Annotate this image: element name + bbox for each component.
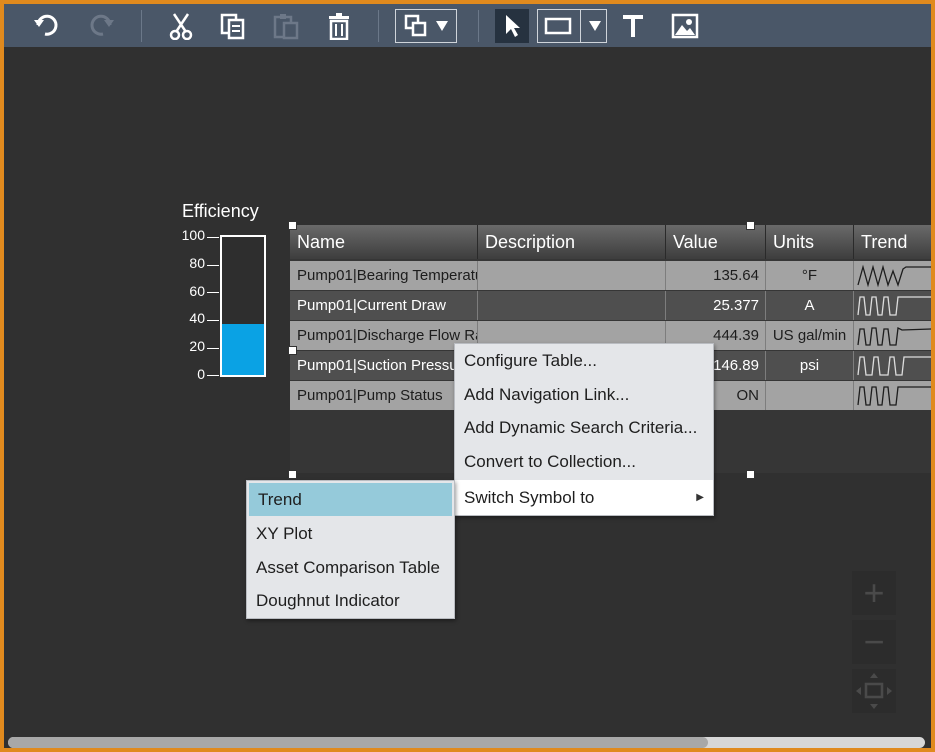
- undo-icon[interactable]: [30, 9, 64, 43]
- toolbar-divider: [141, 10, 142, 42]
- shape-dropdown[interactable]: [537, 9, 607, 43]
- arrange-icon: [404, 14, 428, 38]
- cell-description: [478, 291, 666, 320]
- context-menu: Configure Table... Add Navigation Link..…: [454, 343, 714, 516]
- efficiency-gauge[interactable]: [220, 235, 266, 377]
- chevron-down-icon: [588, 21, 601, 31]
- column-header-trend[interactable]: Trend: [854, 225, 931, 259]
- table-row[interactable]: Pump01|Bearing Temperature 135.64 °F: [290, 261, 931, 290]
- gauge-tick: [207, 292, 219, 293]
- selection-handle[interactable]: [288, 221, 297, 230]
- gauge-tick: [207, 320, 219, 321]
- toolbar-divider: [378, 10, 379, 42]
- menu-item-configure-table[interactable]: Configure Table...: [455, 344, 713, 377]
- sparkline: [854, 351, 931, 380]
- gauge-tick-label: 40: [189, 310, 205, 326]
- cut-icon[interactable]: [164, 9, 198, 43]
- copy-icon[interactable]: [216, 9, 250, 43]
- zoom-in-button[interactable]: +: [852, 571, 896, 615]
- cell-units: US gal/min: [766, 321, 854, 350]
- chevron-down-icon: [436, 21, 448, 31]
- delete-icon[interactable]: [322, 9, 356, 43]
- selection-handle[interactable]: [746, 470, 755, 479]
- menu-item-label: Switch Symbol to: [464, 488, 595, 507]
- arrange-dropdown[interactable]: [395, 9, 457, 43]
- menu-item-add-navigation-link[interactable]: Add Navigation Link...: [455, 378, 713, 411]
- cell-name: Pump01|Suction Pressure: [290, 351, 478, 380]
- cell-units: °F: [766, 261, 854, 290]
- table-row[interactable]: Pump01|Current Draw 25.377 A: [290, 291, 931, 320]
- cell-description: [478, 261, 666, 290]
- scrollbar-thumb[interactable]: [8, 737, 708, 748]
- zoom-out-button[interactable]: −: [852, 620, 896, 664]
- gauge-tick: [207, 265, 219, 266]
- menu-item-convert-to-collection[interactable]: Convert to Collection...: [455, 445, 713, 478]
- rectangle-icon: [544, 16, 572, 36]
- selection-handle[interactable]: [288, 470, 297, 479]
- gauge-title: Efficiency: [182, 201, 259, 221]
- paste-icon[interactable]: [269, 9, 303, 43]
- submenu-item-trend[interactable]: Trend: [249, 483, 452, 516]
- selection-handle[interactable]: [746, 221, 755, 230]
- toolbar: [4, 4, 931, 47]
- text-icon[interactable]: [616, 9, 650, 43]
- gauge-tick-label: 0: [197, 366, 205, 382]
- fit-to-screen-button[interactable]: [852, 669, 896, 713]
- cell-name: Pump01|Bearing Temperature: [290, 261, 478, 290]
- cell-name: Pump01|Pump Status: [290, 381, 478, 410]
- selection-handle[interactable]: [288, 346, 297, 355]
- gauge-tick: [207, 375, 219, 376]
- cell-units: psi: [766, 351, 854, 380]
- menu-item-add-dynamic-search-criteria[interactable]: Add Dynamic Search Criteria...: [455, 411, 713, 444]
- submenu-item-asset-comparison-table[interactable]: Asset Comparison Table: [247, 551, 454, 584]
- select-pointer-icon[interactable]: [495, 9, 529, 43]
- gauge-tick-label: 20: [189, 338, 205, 354]
- horizontal-scrollbar[interactable]: [8, 737, 925, 748]
- image-icon[interactable]: [668, 9, 702, 43]
- toolbar-divider: [478, 10, 479, 42]
- gauge-fill: [222, 323, 264, 375]
- gauge-tick: [207, 348, 219, 349]
- column-header-description[interactable]: Description: [478, 225, 666, 259]
- cell-value: 25.377: [666, 291, 766, 320]
- cell-units: [766, 381, 854, 410]
- sparkline: [854, 381, 931, 410]
- table-header: Name Description Value Units Trend: [290, 225, 931, 259]
- gauge-tick-label: 80: [189, 255, 205, 271]
- fit-screen-icon: [854, 673, 894, 719]
- cell-value: 135.64: [666, 261, 766, 290]
- gauge-tick: [207, 237, 219, 238]
- switch-symbol-submenu: Trend XY Plot Asset Comparison Table Dou…: [246, 480, 455, 619]
- column-header-units[interactable]: Units: [766, 225, 854, 259]
- column-header-value[interactable]: Value: [666, 225, 766, 259]
- chevron-right-icon: ▶: [696, 492, 704, 503]
- menu-item-switch-symbol[interactable]: Switch Symbol to ▶: [455, 480, 713, 515]
- sparkline: [854, 291, 931, 320]
- submenu-item-xy-plot[interactable]: XY Plot: [247, 517, 454, 550]
- cell-name: Pump01|Current Draw: [290, 291, 478, 320]
- column-header-name[interactable]: Name: [290, 225, 478, 259]
- dropdown-divider: [579, 10, 581, 42]
- cell-units: A: [766, 291, 854, 320]
- gauge-tick-label: 100: [181, 227, 205, 243]
- submenu-item-doughnut-indicator[interactable]: Doughnut Indicator: [247, 584, 454, 617]
- gauge-tick-label: 60: [189, 283, 205, 299]
- display-canvas[interactable]: Efficiency 100 80 60 40 20 0 Name Descri…: [4, 47, 931, 748]
- cell-name: Pump01|Discharge Flow Rate: [290, 321, 478, 350]
- sparkline: [854, 261, 931, 290]
- sparkline: [854, 321, 931, 350]
- display-editor: Efficiency 100 80 60 40 20 0 Name Descri…: [4, 4, 931, 748]
- redo-icon[interactable]: [84, 9, 118, 43]
